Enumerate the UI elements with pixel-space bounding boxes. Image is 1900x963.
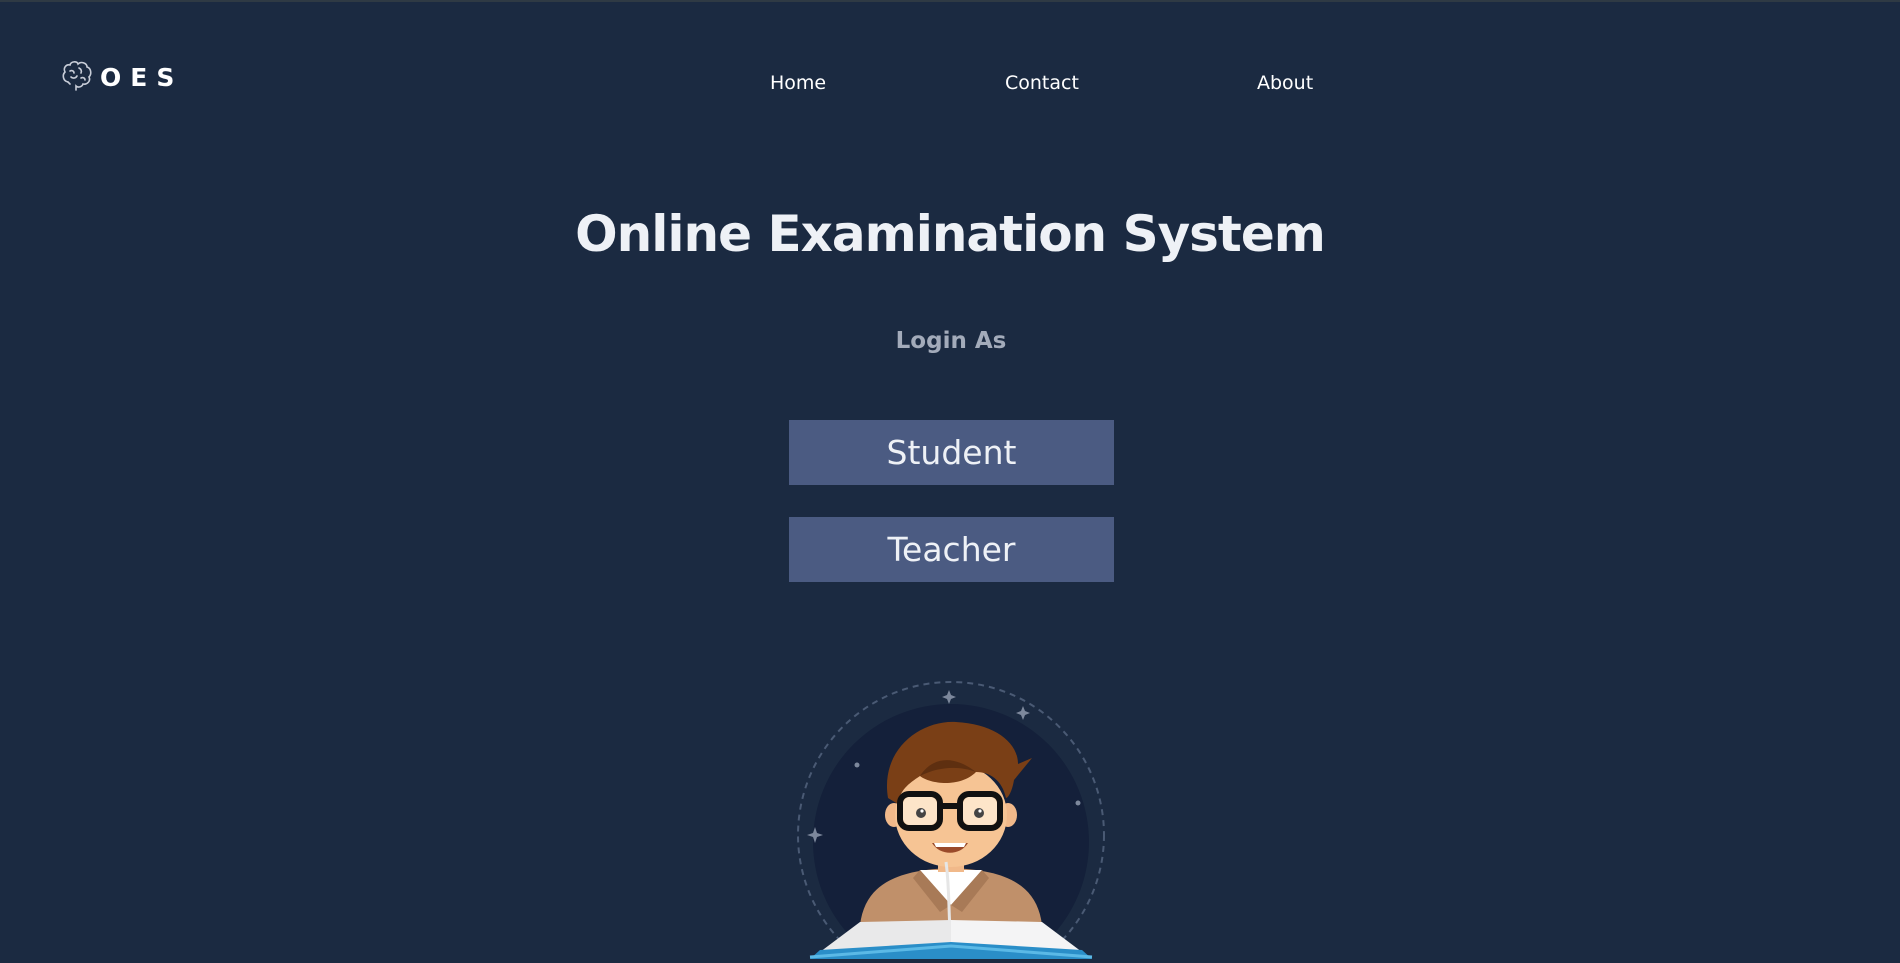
nav-about-link[interactable]: About	[1257, 72, 1313, 94]
top-border	[0, 0, 1900, 2]
teacher-login-button[interactable]: Teacher	[789, 517, 1114, 582]
login-as-label: Login As	[895, 328, 1007, 354]
nav-contact-link[interactable]: Contact	[1005, 72, 1079, 94]
student-reading-book-illustration	[780, 680, 1120, 963]
page-title: Online Examination System	[575, 205, 1326, 263]
nav-home-link[interactable]: Home	[770, 72, 826, 94]
main-nav: Home Contact About	[0, 72, 1900, 102]
student-login-button[interactable]: Student	[789, 420, 1114, 485]
